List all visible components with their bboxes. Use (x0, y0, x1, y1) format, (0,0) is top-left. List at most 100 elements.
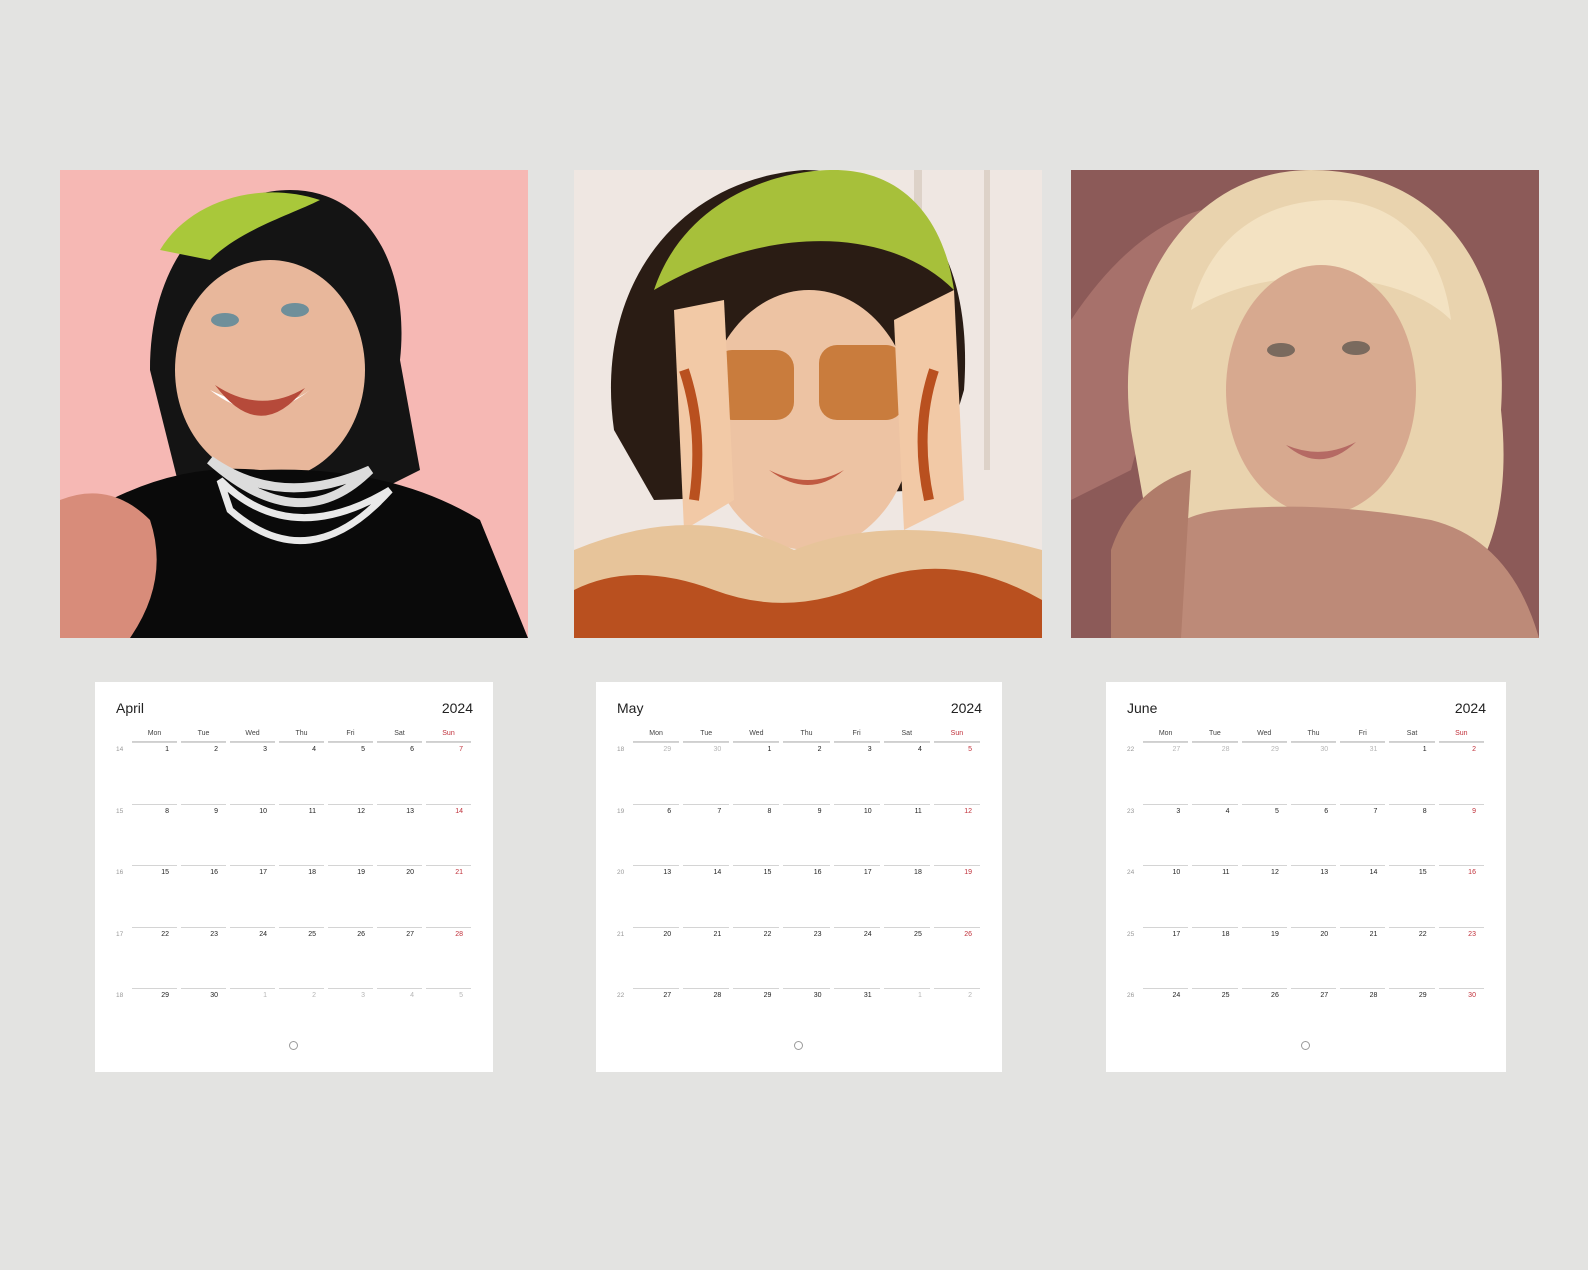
calendar-day-cell: 6 (633, 803, 680, 866)
calendar-month: June (1127, 700, 1158, 716)
calendar-day-cell: 11 (883, 803, 930, 866)
weekday-label: Wed (230, 728, 275, 742)
calendar-day-cell: 1 (1389, 742, 1435, 804)
calendar-day-cell: 6 (377, 742, 422, 804)
hanging-hole (1301, 1041, 1310, 1050)
calendar-day-cell: 15 (132, 865, 177, 927)
calendar-year: 2024 (1454, 700, 1486, 716)
calendar-day-cell: 25 (1192, 988, 1238, 1050)
calendar-day-cell: 11 (1192, 865, 1238, 927)
calendar-day-cell: 16 (181, 865, 226, 927)
calendar-day-cell: 29 (733, 988, 780, 1050)
calendar-day-cell: 14 (683, 865, 730, 927)
weekday-label: Wed (1241, 728, 1287, 742)
calendar-grid: Mon Tue Wed Thu Fri Sat Sun 22 27 28 29 30 31 1 2 23 3 4 5… (1127, 728, 1486, 1050)
calendar-day-cell: 18 (1192, 926, 1238, 989)
calendar-week-row: 14 1 2 3 4 5 6 7 (116, 742, 473, 804)
calendar-day-cell: 3 (833, 742, 880, 804)
week-number: 24 (1127, 869, 1135, 876)
calendar-day-cell: 4 (279, 742, 324, 804)
calendar-day-cell: 8 (1389, 803, 1435, 866)
weekday-label: Sun (426, 728, 471, 742)
calendar-day-cell: 11 (279, 803, 324, 866)
calendar-week-row: 25 17 18 19 20 21 22 23 (1127, 926, 1486, 989)
calendar-week-row: 19 6 7 8 9 10 11 12 (617, 803, 982, 866)
portrait-illustration-june-image (1071, 170, 1539, 638)
calendar-day-cell: 22 (733, 926, 780, 989)
calendar-day-cell: 27 (377, 926, 422, 989)
calendar-day-cell: 28 (683, 988, 730, 1050)
calendar-day-cell: 2 (1438, 742, 1484, 804)
week-number: 21 (617, 930, 625, 938)
calendar-day-cell: 5 (933, 742, 980, 804)
weekday-label: Sun (933, 728, 980, 742)
week-number: 19 (617, 807, 625, 815)
calendar-day-cell: 27 (1290, 988, 1337, 1050)
weekday-label: Thu (1290, 728, 1337, 742)
calendar-day-cell: 12 (1241, 865, 1287, 927)
calendar-day-cell: 2 (279, 988, 324, 1050)
calendar-day-cell: 16 (783, 865, 830, 927)
calendar-day-cell: 3 (328, 988, 373, 1050)
weekday-label: Fri (1340, 728, 1386, 742)
weekday-label: Sat (377, 728, 422, 742)
weekday-label: Thu (783, 728, 830, 742)
calendar-day-cell: 17 (833, 865, 880, 927)
hanging-hole (794, 1041, 803, 1050)
calendar-day-cell: 4 (1192, 803, 1238, 866)
weekday-label: Mon (1143, 728, 1189, 742)
calendar-day-cell: 3 (1143, 803, 1189, 866)
calendar-day-cell: 12 (328, 803, 373, 866)
week-number: 25 (1127, 930, 1135, 938)
portrait-illustration-may (574, 170, 1042, 638)
calendar-day-cell: 26 (933, 926, 980, 989)
week-number: 14 (116, 746, 124, 753)
calendar-day-cell: 30 (1438, 988, 1484, 1050)
calendar-day-cell: 18 (279, 865, 324, 927)
weekday-label: Mon (132, 728, 177, 742)
calendar-day-cell: 13 (377, 803, 422, 866)
calendar-day-cell: 28 (1192, 742, 1238, 804)
calendar-day-cell: 22 (1389, 926, 1435, 989)
calendar-day-cell: 20 (377, 865, 422, 927)
calendar-day-cell: 24 (833, 926, 880, 989)
calendar-day-cell: 9 (181, 803, 226, 866)
portrait-illustration-june (1071, 170, 1539, 638)
calendar-day-cell: 5 (1241, 803, 1287, 866)
calendar-month: April (116, 700, 145, 716)
calendar-day-cell: 30 (783, 988, 830, 1050)
calendar-day-cell: 8 (733, 803, 780, 866)
weekday-label: Tue (181, 728, 226, 742)
weekday-header-row: Mon Tue Wed Thu Fri Sat Sun (1141, 728, 1486, 742)
weekday-label: Tue (683, 728, 730, 742)
weekday-label: Tue (1192, 728, 1238, 742)
calendar-day-cell: 21 (426, 865, 471, 927)
calendar-day-cell: 27 (1143, 742, 1189, 804)
calendar-day-cell: 19 (933, 865, 980, 927)
calendar-day-cell: 26 (1241, 988, 1287, 1050)
calendar-day-cell: 14 (1340, 865, 1386, 927)
calendar-day-cell: 28 (1340, 988, 1386, 1050)
portrait-illustration-april (60, 170, 528, 638)
calendar-week-row: 21 20 21 22 23 24 25 26 (617, 926, 982, 989)
calendar-day-cell: 1 (733, 742, 780, 804)
calendar-day-cell: 30 (683, 742, 730, 804)
week-number: 26 (1127, 992, 1135, 999)
calendar-day-cell: 2 (933, 988, 980, 1050)
weekday-label: Thu (279, 728, 324, 742)
weekday-label: Mon (633, 728, 680, 742)
calendar-day-cell: 25 (883, 926, 930, 989)
calendar-day-cell: 1 (883, 988, 930, 1050)
calendar-day-cell: 22 (132, 926, 177, 989)
weekday-label: Sat (1389, 728, 1435, 742)
calendar-day-cell: 8 (132, 803, 177, 866)
week-number: 18 (116, 992, 124, 999)
calendar-day-cell: 9 (1438, 803, 1484, 866)
calendar-day-cell: 19 (328, 865, 373, 927)
calendar-day-cell: 7 (683, 803, 730, 866)
calendar-day-cell: 29 (1241, 742, 1287, 804)
calendar-day-cell: 7 (1340, 803, 1386, 866)
weekday-label: Wed (733, 728, 780, 742)
calendar-day-cell: 26 (328, 926, 373, 989)
week-number: 20 (617, 869, 625, 876)
